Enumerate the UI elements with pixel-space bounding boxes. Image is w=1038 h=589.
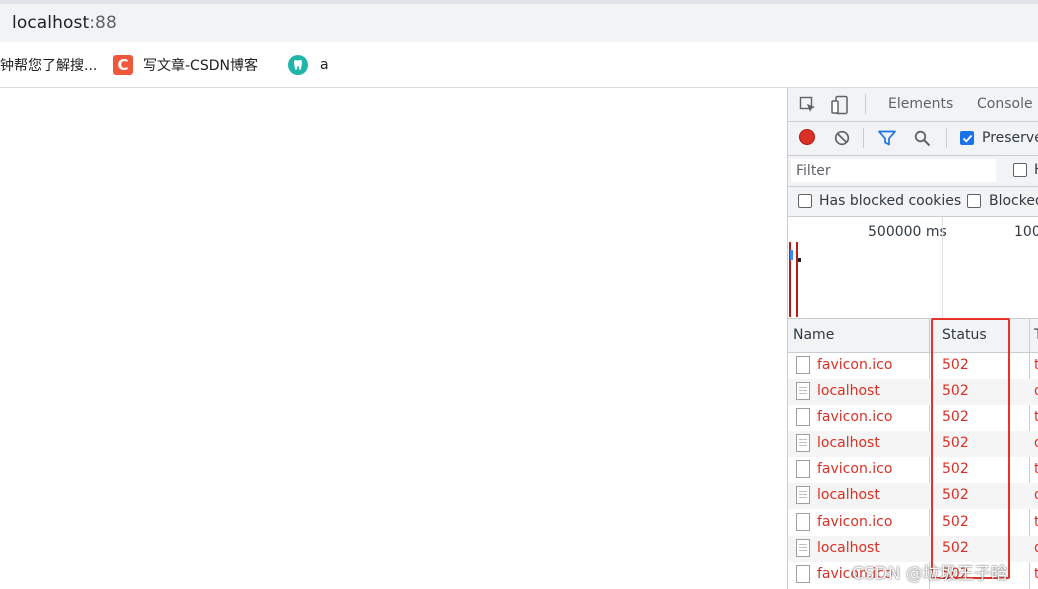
table-row[interactable]: favicon.ico 502 t <box>788 405 1038 431</box>
tab-console[interactable]: Console <box>977 96 1033 112</box>
overview-tick-label: 100 <box>1014 224 1038 240</box>
address-port: :88 <box>89 13 117 33</box>
tooth-icon <box>288 55 308 75</box>
clear-icon[interactable] <box>834 130 850 146</box>
document-icon <box>796 434 810 452</box>
request-type: t <box>1034 357 1038 373</box>
inspect-element-icon[interactable] <box>799 96 817 114</box>
overview-gridline <box>942 217 943 318</box>
request-type: d <box>1034 435 1038 451</box>
request-status: 502 <box>942 409 969 425</box>
overview-bar-dark <box>798 258 801 262</box>
preserve-log-checkbox[interactable] <box>960 131 974 145</box>
blocked-requests-checkbox[interactable] <box>967 194 981 208</box>
hide-data-urls-checkbox[interactable] <box>1013 163 1027 177</box>
request-name: favicon.ico <box>817 357 893 373</box>
bookmark-item-csdn[interactable]: C 写文章-CSDN博客 <box>113 54 258 76</box>
overview-marker-red <box>796 242 798 317</box>
file-icon <box>796 356 810 374</box>
request-name: favicon.ico <box>817 514 893 530</box>
request-type: d <box>1034 540 1038 556</box>
request-type: t <box>1034 409 1038 425</box>
filter-input[interactable] <box>791 159 996 182</box>
bookmark-item-a[interactable]: a <box>288 54 329 76</box>
hide-data-urls-label: H <box>1034 162 1038 178</box>
column-header-status[interactable]: Status <box>942 327 987 343</box>
watermark: CSDN @垃圾王子晗 <box>852 564 1008 584</box>
toolbar-divider <box>863 128 864 148</box>
request-status: 502 <box>942 461 969 477</box>
cookie-filter-bar: Has blocked cookies Blocked <box>788 187 1038 217</box>
file-icon <box>796 408 810 426</box>
request-type: t <box>1034 461 1038 477</box>
filter-icon[interactable] <box>878 130 896 146</box>
toolbar-divider <box>865 94 866 114</box>
has-blocked-cookies-checkbox[interactable] <box>798 194 812 208</box>
bookmark-label: 写文章-CSDN博客 <box>143 58 258 74</box>
toolbar-divider <box>946 128 947 148</box>
request-status: 502 <box>942 514 969 530</box>
file-icon <box>796 513 810 531</box>
table-row[interactable]: favicon.ico 502 t <box>788 510 1038 536</box>
request-name: localhost <box>817 383 880 399</box>
request-name: localhost <box>817 487 880 503</box>
bookmark-label: 钟帮您了解搜... <box>0 58 98 74</box>
csdn-logo-icon: C <box>113 55 133 75</box>
request-status: 502 <box>942 540 969 556</box>
column-header-name[interactable]: Name <box>793 327 834 343</box>
bookmark-item-search[interactable]: 钟帮您了解搜... <box>0 54 97 76</box>
requests-table-header: Name Status T <box>788 319 1038 353</box>
has-blocked-cookies-label: Has blocked cookies <box>819 193 962 209</box>
request-type: t <box>1034 566 1038 582</box>
request-status: 502 <box>942 383 969 399</box>
table-row[interactable]: localhost 502 d <box>788 379 1038 405</box>
network-overview[interactable]: 500000 ms 100 <box>788 217 1038 319</box>
request-status: 502 <box>942 435 969 451</box>
request-name: localhost <box>817 435 880 451</box>
preserve-log-label: Preserve <box>982 130 1038 146</box>
table-row[interactable]: favicon.ico 502 t <box>788 353 1038 379</box>
overview-tick-label: 500000 ms <box>868 224 947 240</box>
document-icon <box>796 382 810 400</box>
search-icon[interactable] <box>914 130 931 147</box>
file-icon <box>796 565 810 583</box>
request-name: favicon.ico <box>817 409 893 425</box>
request-type: t <box>1034 514 1038 530</box>
overview-bar-blue <box>790 250 793 260</box>
document-icon <box>796 539 810 557</box>
request-type: d <box>1034 487 1038 503</box>
table-row[interactable]: localhost 502 d <box>788 483 1038 509</box>
tab-elements[interactable]: Elements <box>888 96 953 112</box>
request-type: d <box>1034 383 1038 399</box>
bookmarks-bar: 钟帮您了解搜... C 写文章-CSDN博客 a <box>0 42 1038 88</box>
device-toolbar-icon[interactable] <box>831 95 849 115</box>
request-name: localhost <box>817 540 880 556</box>
request-name: favicon.ico <box>817 461 893 477</box>
request-status: 502 <box>942 357 969 373</box>
filter-bar: H <box>788 156 1038 187</box>
document-icon <box>796 486 810 504</box>
bookmark-label: a <box>320 57 329 73</box>
table-row[interactable]: favicon.ico 502 t <box>788 457 1038 483</box>
column-header-type[interactable]: T <box>1034 327 1038 343</box>
address-bar[interactable]: localhost:88 <box>0 4 1038 42</box>
devtools-panel: Elements Console Preserve H Has blocked … <box>787 88 1038 589</box>
request-status: 502 <box>942 487 969 503</box>
address-host: localhost <box>12 13 90 33</box>
table-row[interactable]: localhost 502 d <box>788 431 1038 457</box>
blocked-requests-label: Blocked <box>989 193 1038 209</box>
file-icon <box>796 460 810 478</box>
record-button[interactable] <box>799 129 815 145</box>
page-content <box>0 88 787 589</box>
